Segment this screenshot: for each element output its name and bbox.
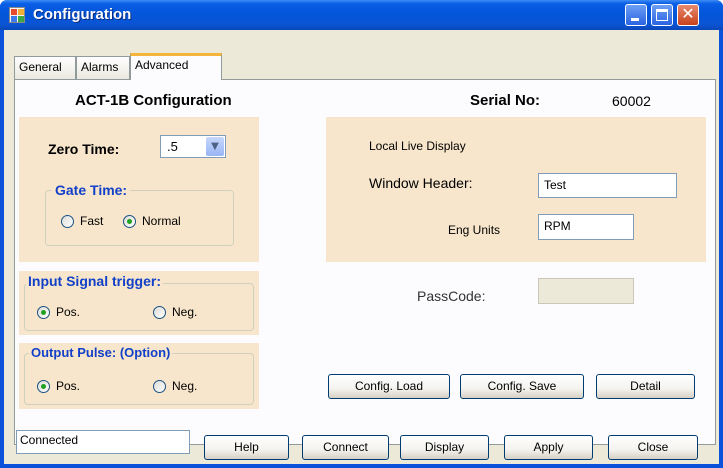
serial-label: Serial No: <box>470 92 541 109</box>
window-header-input[interactable]: Test <box>538 173 677 198</box>
output-pos-radio[interactable] <box>37 380 50 393</box>
connect-button[interactable]: Connect <box>302 435 389 460</box>
eng-units-label: Eng Units <box>448 223 501 237</box>
display-button[interactable]: Display <box>400 435 489 460</box>
gate-normal-radio[interactable] <box>123 215 136 228</box>
advanced-tab-page: ACT-1B Configuration Serial No: 60002 Ze… <box>14 79 716 445</box>
minimize-button[interactable] <box>625 4 647 26</box>
window-header-label: Window Header: <box>369 175 473 191</box>
chevron-down-icon[interactable]: ▼ <box>206 137 224 156</box>
window-client-area: General Alarms Advanced ACT-1B Configura… <box>4 30 719 464</box>
zero-time-label: Zero Time: <box>48 141 120 157</box>
input-signal-legend: Input Signal trigger: <box>26 273 163 289</box>
config-load-button[interactable]: Config. Load <box>328 374 450 399</box>
zero-time-value: .5 <box>167 139 178 154</box>
timing-panel: Zero Time: .5 ▼ Gate Time: Fast Normal <box>19 117 259 262</box>
close-button[interactable]: Close <box>608 435 698 460</box>
output-neg-label[interactable]: Neg. <box>172 379 197 393</box>
local-display-panel: Local Live Display Window Header: Test E… <box>326 117 706 262</box>
passcode-label: PassCode: <box>417 288 486 304</box>
input-neg-label[interactable]: Neg. <box>172 305 197 319</box>
gate-fast-label[interactable]: Fast <box>80 214 103 228</box>
zero-time-select[interactable]: .5 ▼ <box>160 135 226 158</box>
tab-general[interactable]: General <box>14 56 76 79</box>
output-pulse-panel: Output Pulse: (Option) Pos. Neg. <box>19 343 259 409</box>
passcode-input[interactable] <box>538 278 634 304</box>
config-heading: ACT-1B Configuration <box>75 92 232 109</box>
status-field: Connected <box>16 430 190 454</box>
output-pos-label[interactable]: Pos. <box>56 379 80 393</box>
tab-alarms[interactable]: Alarms <box>76 56 130 79</box>
gate-time-legend: Gate Time: <box>52 182 131 198</box>
config-save-button[interactable]: Config. Save <box>460 374 584 399</box>
apply-button[interactable]: Apply <box>504 435 593 460</box>
output-neg-radio[interactable] <box>153 380 166 393</box>
app-icon <box>9 7 25 23</box>
tab-advanced[interactable]: Advanced <box>130 53 222 80</box>
local-display-title: Local Live Display <box>369 139 466 153</box>
configuration-window: Configuration ✕ General Alarms Advanced … <box>0 0 723 468</box>
serial-value: 60002 <box>612 93 651 109</box>
minimize-icon <box>631 18 639 21</box>
maximize-button[interactable] <box>651 4 673 26</box>
title-bar[interactable]: Configuration ✕ <box>0 0 723 30</box>
input-neg-radio[interactable] <box>153 306 166 319</box>
gate-normal-label[interactable]: Normal <box>142 214 181 228</box>
maximize-icon <box>656 9 668 21</box>
input-pos-label[interactable]: Pos. <box>56 305 80 319</box>
detail-button[interactable]: Detail <box>596 374 695 399</box>
close-icon: ✕ <box>681 4 695 23</box>
help-button[interactable]: Help <box>204 435 289 460</box>
output-pulse-legend: Output Pulse: (Option) <box>29 345 173 360</box>
input-pos-radio[interactable] <box>37 306 50 319</box>
window-title: Configuration <box>33 6 132 23</box>
gate-fast-radio[interactable] <box>61 215 74 228</box>
input-signal-panel: Input Signal trigger: Pos. Neg. <box>19 271 259 335</box>
eng-units-input[interactable]: RPM <box>538 214 634 240</box>
close-window-button[interactable]: ✕ <box>677 4 699 26</box>
